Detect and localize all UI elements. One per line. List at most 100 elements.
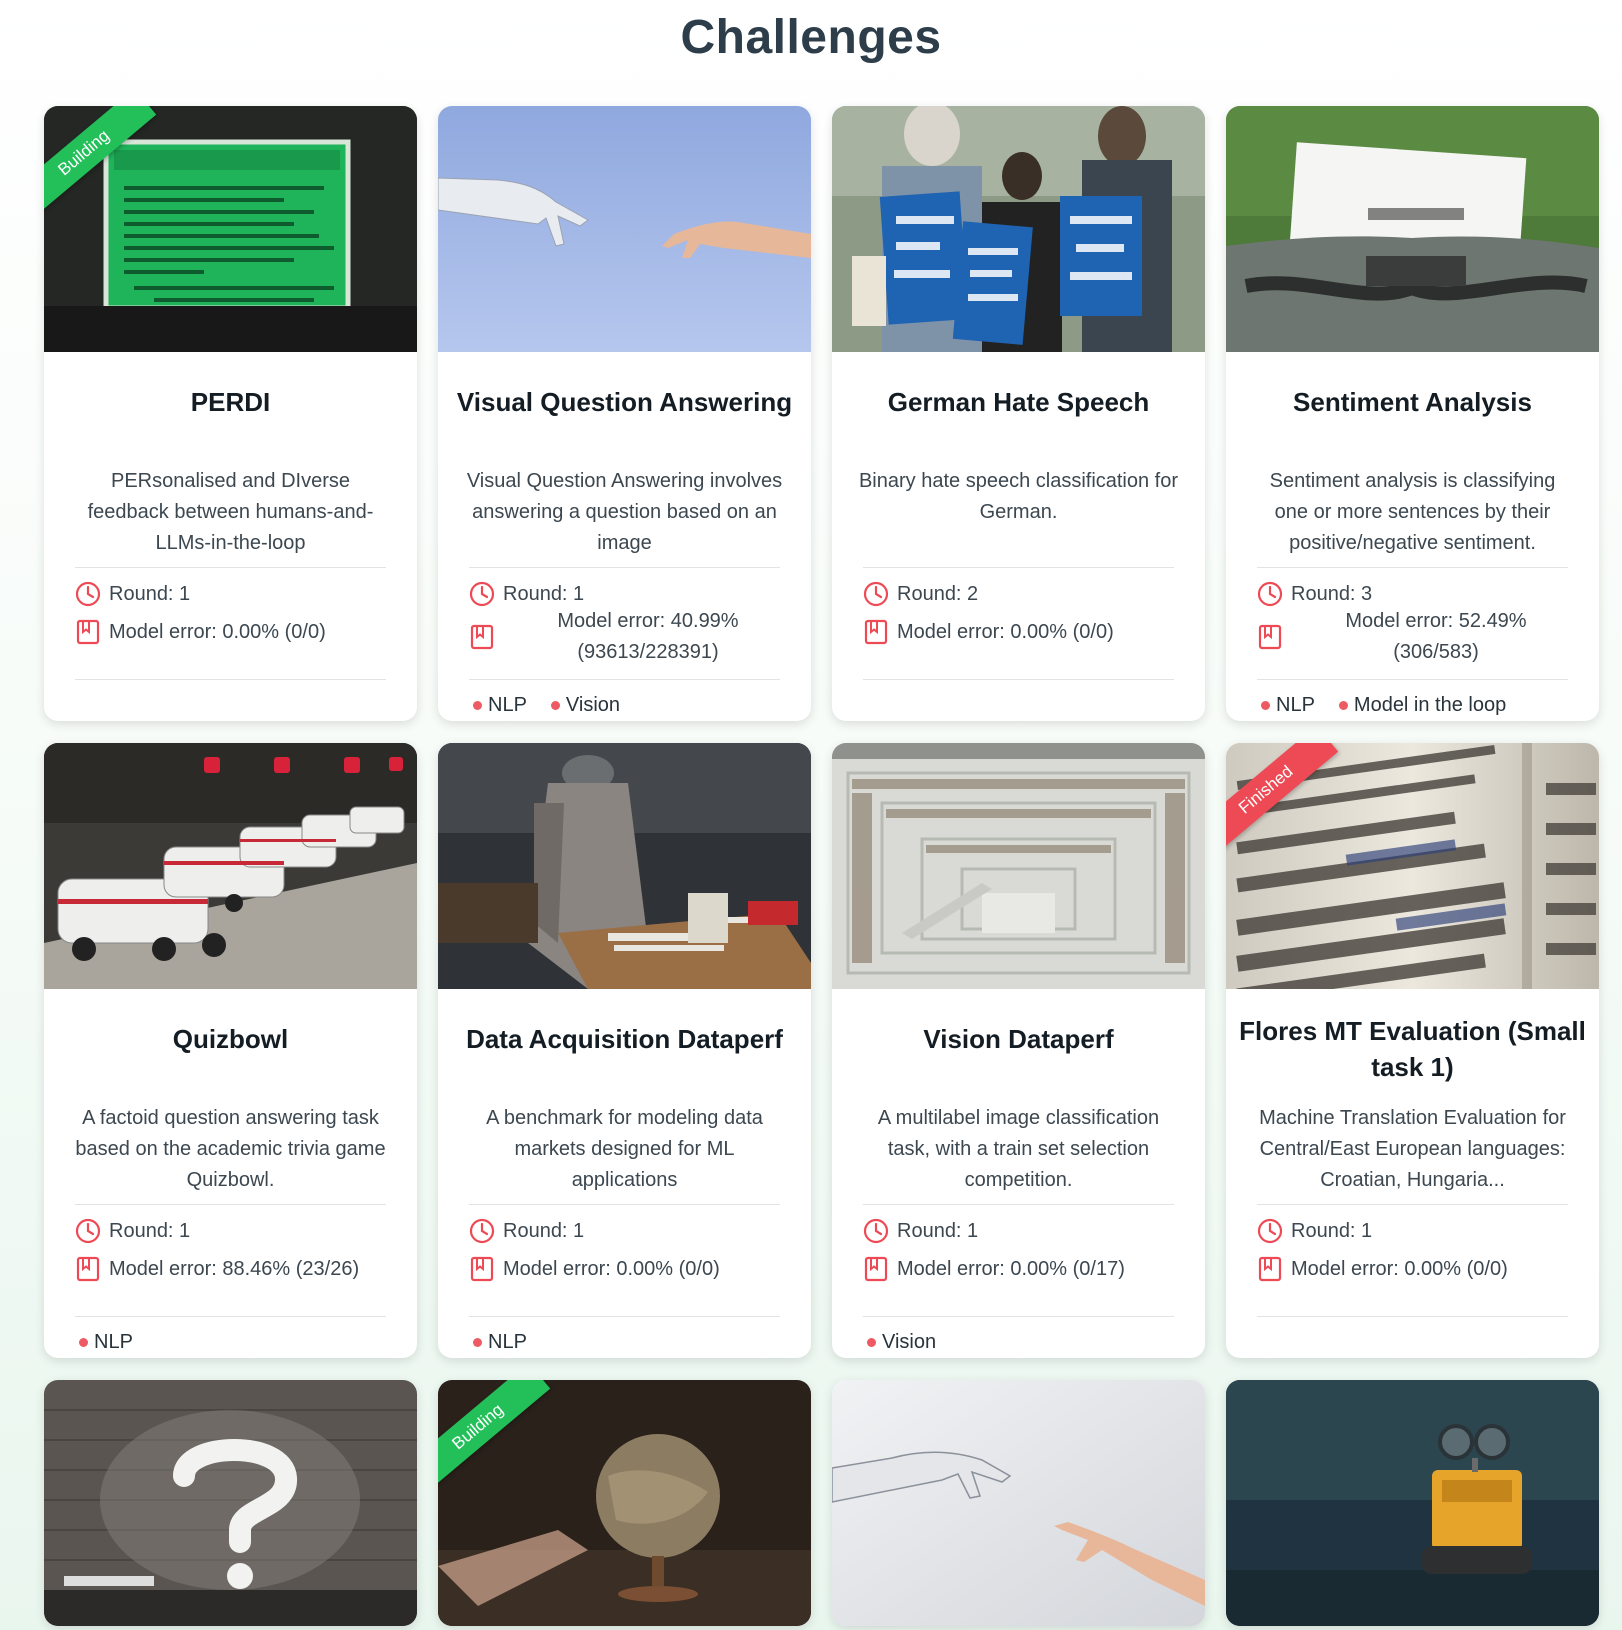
bookmark-icon bbox=[1257, 624, 1287, 650]
tag-list: NLP bbox=[79, 1331, 157, 1354]
tag-nlp[interactable]: NLP bbox=[473, 1331, 527, 1354]
card-title[interactable]: Flores MT Evaluation (Small task 1) bbox=[1236, 1013, 1589, 1085]
bookmark-icon bbox=[1257, 1256, 1287, 1282]
divider bbox=[75, 1204, 386, 1205]
divider bbox=[863, 1316, 1174, 1317]
clock-icon bbox=[863, 1218, 893, 1244]
card-description: A factoid question answering task based … bbox=[75, 1107, 386, 1191]
divider bbox=[863, 567, 1174, 568]
challenge-card-german-hate-speech[interactable]: German Hate Speech Binary hate speech cl… bbox=[832, 106, 1205, 721]
challenge-card-vision-dataperf[interactable]: Vision Dataperf A multilabel image class… bbox=[832, 743, 1205, 1358]
model-error-label: Model error: 0.00% (0/0) bbox=[503, 1257, 720, 1280]
divider bbox=[1257, 1316, 1568, 1317]
round-label: Round: 1 bbox=[503, 1219, 585, 1242]
tag-list: NLP Vision bbox=[473, 694, 644, 717]
card-title[interactable]: Data Acquisition Dataperf bbox=[448, 1021, 801, 1057]
clock-icon bbox=[469, 1218, 499, 1244]
model-error-stat: Model error: 40.99% (93613/228391) bbox=[469, 604, 780, 670]
divider bbox=[1257, 1204, 1568, 1205]
model-error-label: Model error: 52.49% (306/583) bbox=[1345, 610, 1527, 663]
round-label: Round: 1 bbox=[897, 1219, 979, 1242]
model-error-label: Model error: 0.00% (0/0) bbox=[1291, 1257, 1508, 1280]
card-description: Sentiment analysis is classifying one or… bbox=[1269, 470, 1556, 554]
round-stat: Round: 1 bbox=[75, 580, 190, 608]
model-error-stat: Model error: 0.00% (0/0) bbox=[1257, 1255, 1508, 1283]
round-label: Round: 1 bbox=[503, 582, 585, 605]
card-title[interactable]: German Hate Speech bbox=[842, 384, 1195, 420]
challenge-card-flores-mt-evaluation[interactable]: Finished Flores MT Evaluation (Small tas… bbox=[1226, 743, 1599, 1358]
tag-list: NLP Model in the loop bbox=[1261, 694, 1530, 717]
round-label: Round: 1 bbox=[1291, 1219, 1373, 1242]
model-error-stat: Model error: 0.00% (0/0) bbox=[469, 1255, 720, 1283]
bookmark-icon bbox=[75, 619, 105, 645]
tag-nlp[interactable]: NLP bbox=[1261, 694, 1315, 717]
challenge-card-data-acquisition-dataperf[interactable]: Data Acquisition Dataperf A benchmark fo… bbox=[438, 743, 811, 1358]
challenge-card-perdi[interactable]: Building PERDI PERsonalised and DIverse … bbox=[44, 106, 417, 721]
card-thumbnail bbox=[44, 743, 417, 989]
tag-nlp[interactable]: NLP bbox=[79, 1331, 133, 1354]
tag-model-in-the-loop[interactable]: Model in the loop bbox=[1338, 694, 1506, 717]
divider bbox=[1257, 679, 1568, 680]
card-thumbnail bbox=[438, 743, 811, 989]
divider bbox=[75, 679, 386, 680]
clock-icon bbox=[863, 581, 893, 607]
card-title[interactable]: Visual Question Answering bbox=[448, 384, 801, 420]
card-title[interactable]: Quizbowl bbox=[54, 1021, 407, 1057]
divider bbox=[1257, 567, 1568, 568]
card-thumbnail bbox=[832, 743, 1205, 989]
card-description: A benchmark for modeling data markets de… bbox=[486, 1107, 763, 1191]
divider bbox=[469, 567, 780, 568]
model-error-stat: Model error: 0.00% (0/0) bbox=[863, 618, 1114, 646]
card-thumbnail bbox=[438, 106, 811, 352]
card-thumbnail bbox=[1226, 106, 1599, 352]
card-thumbnail bbox=[832, 1380, 1205, 1626]
round-stat: Round: 1 bbox=[863, 1217, 978, 1245]
model-error-stat: Model error: 0.00% (0/0) bbox=[75, 618, 326, 646]
tag-dot bbox=[1338, 701, 1348, 710]
bookmark-icon bbox=[863, 619, 893, 645]
bookmark-icon bbox=[75, 1256, 105, 1282]
clock-icon bbox=[1257, 1218, 1287, 1244]
challenge-card[interactable]: Building bbox=[438, 1380, 811, 1626]
divider bbox=[75, 1316, 386, 1317]
card-description: Visual Question Answering involves answe… bbox=[466, 470, 783, 554]
divider bbox=[75, 567, 386, 568]
card-thumbnail bbox=[44, 1380, 417, 1626]
round-stat: Round: 1 bbox=[75, 1217, 190, 1245]
challenge-card-visual-question-answering[interactable]: Visual Question Answering Visual Questio… bbox=[438, 106, 811, 721]
tag-vision[interactable]: Vision bbox=[867, 1331, 936, 1354]
tag-dot bbox=[473, 701, 482, 710]
card-thumbnail bbox=[832, 106, 1205, 352]
card-thumbnail bbox=[1226, 1380, 1599, 1626]
tag-nlp[interactable]: NLP bbox=[473, 694, 527, 717]
divider bbox=[469, 1204, 780, 1205]
challenge-card-quizbowl[interactable]: Quizbowl A factoid question answering ta… bbox=[44, 743, 417, 1358]
tag-dot bbox=[550, 701, 560, 710]
bookmark-icon bbox=[863, 1256, 893, 1282]
tag-list: NLP bbox=[473, 1331, 551, 1354]
page-title: Challenges bbox=[680, 11, 942, 64]
card-title[interactable]: PERDI bbox=[54, 384, 407, 420]
model-error-stat: Model error: 0.00% (0/17) bbox=[863, 1255, 1125, 1283]
divider bbox=[469, 679, 780, 680]
round-label: Round: 3 bbox=[1291, 582, 1373, 605]
card-description: Binary hate speech classification for Ge… bbox=[858, 470, 1179, 523]
model-error-stat: Model error: 88.46% (23/26) bbox=[75, 1255, 359, 1283]
round-stat: Round: 2 bbox=[863, 580, 978, 608]
tag-vision[interactable]: Vision bbox=[550, 694, 620, 717]
challenge-card[interactable] bbox=[44, 1380, 417, 1626]
challenge-card[interactable] bbox=[1226, 1380, 1599, 1626]
round-label: Round: 1 bbox=[109, 1219, 191, 1242]
tag-dot bbox=[79, 1338, 88, 1347]
tag-dot bbox=[473, 1338, 482, 1347]
challenge-card[interactable] bbox=[832, 1380, 1205, 1626]
round-stat: Round: 1 bbox=[469, 1217, 584, 1245]
card-description: PERsonalised and DIverse feedback betwee… bbox=[87, 470, 374, 554]
challenge-card-sentiment-analysis[interactable]: Sentiment Analysis Sentiment analysis is… bbox=[1226, 106, 1599, 721]
card-title[interactable]: Sentiment Analysis bbox=[1236, 384, 1589, 420]
bookmark-icon bbox=[469, 1256, 499, 1282]
card-title[interactable]: Vision Dataperf bbox=[842, 1021, 1195, 1057]
divider bbox=[469, 1316, 780, 1317]
card-description: A multilabel image classification task, … bbox=[877, 1107, 1160, 1191]
card-description: Machine Translation Evaluation for Centr… bbox=[1259, 1107, 1566, 1191]
